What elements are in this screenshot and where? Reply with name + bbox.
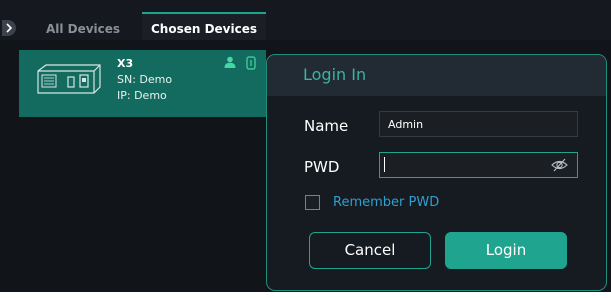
dialog-header: Login In	[267, 55, 606, 96]
remember-pwd-label[interactable]: Remember PWD	[333, 195, 439, 210]
device-serial: SN: Demo	[117, 73, 173, 86]
device-ip: IP: Demo	[117, 89, 167, 102]
user-icon	[224, 56, 236, 68]
password-field[interactable]	[379, 152, 578, 178]
tab-chosen-devices[interactable]: Chosen Devices	[142, 12, 266, 40]
login-button[interactable]: Login	[445, 232, 567, 269]
dialog-title: Login In	[303, 65, 367, 84]
chevron-right-icon	[6, 23, 13, 33]
password-input[interactable]	[380, 153, 556, 177]
link-icon[interactable]	[246, 56, 256, 70]
name-label: Name	[304, 117, 349, 135]
cancel-button[interactable]: Cancel	[309, 232, 431, 269]
pwd-label: PWD	[304, 158, 340, 176]
device-card[interactable]: X3 SN: Demo IP: Demo	[19, 50, 266, 117]
device-thumbnail-icon	[37, 64, 101, 94]
collapse-toggle[interactable]	[2, 20, 16, 36]
tab-all-devices[interactable]: All Devices	[28, 12, 138, 40]
device-name: X3	[117, 57, 134, 70]
device-tabs: All Devices Chosen Devices	[0, 0, 611, 40]
eye-hidden-icon[interactable]	[551, 157, 568, 173]
app-window: All Devices Chosen Devices X3 SN: Demo I…	[0, 0, 611, 292]
name-input[interactable]	[379, 111, 578, 137]
text-caret	[384, 157, 385, 172]
remember-pwd-checkbox[interactable]	[305, 195, 320, 210]
login-dialog: Login In Name PWD Remember PWD Cancel Lo…	[266, 54, 607, 291]
